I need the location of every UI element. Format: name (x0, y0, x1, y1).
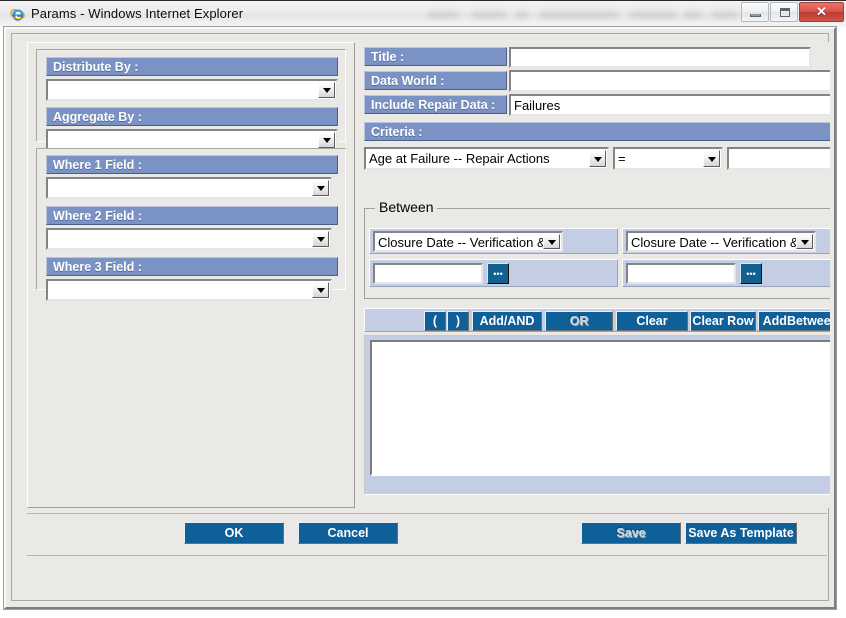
operator-button-row: ( ) Add/AND OR Clear Clear Row AddBetwee… (364, 308, 830, 332)
include-repair-data-value: Failures (514, 98, 561, 113)
cancel-button[interactable]: Cancel (298, 522, 398, 544)
between-left-value-panel (369, 259, 618, 287)
distribute-by-label: Distribute By : (46, 57, 338, 76)
between-left-field-dropdown[interactable]: Closure Date -- Verification & C (373, 231, 563, 252)
data-world-dropdown[interactable] (509, 70, 830, 92)
include-repair-data-dropdown[interactable]: Failures (509, 94, 830, 116)
expression-area-wrapper (364, 335, 830, 495)
footer-divider-top (27, 513, 827, 514)
add-and-button[interactable]: Add/AND (472, 311, 542, 331)
criteria-value-input[interactable] (727, 147, 830, 170)
between-right-browse-button[interactable] (740, 263, 762, 284)
close-button[interactable]: ✕ (799, 2, 844, 22)
criteria-operator-value: = (618, 151, 626, 166)
minimize-icon (750, 14, 761, 17)
maximize-button[interactable] (770, 2, 798, 22)
page-content: Distribute By : Aggregate By : Where 1 F (0, 26, 846, 618)
chevron-down-icon (318, 82, 335, 98)
chevron-down-icon (312, 180, 329, 196)
add-between-button[interactable]: AddBetween (758, 311, 830, 331)
aggregate-by-label: Aggregate By : (46, 107, 338, 126)
between-right-value-input[interactable] (626, 263, 736, 284)
dialog-frame: Distribute By : Aggregate By : Where 1 F (3, 26, 837, 610)
chevron-down-icon (543, 234, 560, 249)
between-legend: Between (375, 200, 438, 215)
between-left-field-value: Closure Date -- Verification & C (378, 235, 559, 250)
between-right-field-value: Closure Date -- Verification & C (631, 235, 812, 250)
internet-explorer-icon (10, 8, 25, 21)
where-1-field-label: Where 1 Field : (46, 155, 338, 174)
save-button[interactable]: Save (581, 522, 681, 544)
left-panel: Distribute By : Aggregate By : Where 1 F (27, 42, 355, 508)
or-button[interactable]: OR (545, 311, 613, 331)
chevron-down-icon (312, 282, 329, 298)
window-title: Params - Windows Internet Explorer (31, 6, 244, 21)
chevron-down-icon (312, 231, 329, 247)
maximize-icon (780, 8, 790, 17)
where-2-field-label: Where 2 Field : (46, 206, 338, 225)
ok-button[interactable]: OK (184, 522, 284, 544)
between-right-field-panel: Closure Date -- Verification & C (622, 228, 830, 254)
between-right-value-panel (622, 259, 830, 287)
window-controls: ✕ (741, 2, 844, 22)
between-group: Between Closure Date -- Verification & C… (364, 200, 830, 299)
data-world-label: Data World : (364, 71, 507, 90)
distribute-by-dropdown[interactable] (46, 79, 338, 101)
clear-button[interactable]: Clear (616, 311, 688, 331)
dialog-inner: Distribute By : Aggregate By : Where 1 F (11, 33, 830, 601)
criteria-operator-dropdown[interactable]: = (613, 147, 723, 170)
criteria-header: Criteria : (364, 122, 830, 141)
open-paren-button[interactable]: ( (424, 311, 446, 331)
chevron-down-icon (318, 132, 335, 148)
title-bar: Params - Windows Internet Explorer ✕ (0, 0, 846, 27)
title-label: Title : (364, 47, 507, 66)
between-left-browse-button[interactable] (487, 263, 509, 284)
between-left-value-input[interactable] (373, 263, 483, 284)
criteria-field-dropdown[interactable]: Age at Failure -- Repair Actions (364, 147, 609, 170)
where-2-field-dropdown[interactable] (46, 228, 332, 250)
close-paren-button[interactable]: ) (447, 311, 469, 331)
chevron-down-icon (703, 150, 720, 167)
between-left-field-panel: Closure Date -- Verification & C (369, 228, 618, 254)
right-panel: Title : Data World : Include Repair Data… (360, 42, 830, 508)
minimize-button[interactable] (741, 2, 769, 22)
title-input[interactable] (509, 47, 811, 68)
save-as-template-button[interactable]: Save As Template (685, 522, 797, 544)
criteria-field-value: Age at Failure -- Repair Actions (369, 151, 550, 166)
between-right-field-dropdown[interactable]: Closure Date -- Verification & C (626, 231, 816, 252)
close-icon: ✕ (816, 4, 827, 19)
clear-row-button[interactable]: Clear Row (690, 311, 756, 331)
chevron-down-icon (589, 150, 606, 167)
chevron-down-icon (796, 234, 813, 249)
where-3-field-label: Where 3 Field : (46, 257, 338, 276)
expression-textarea[interactable] (370, 340, 830, 476)
where-3-field-dropdown[interactable] (46, 279, 332, 301)
include-repair-data-label: Include Repair Data : (364, 95, 507, 114)
browser-window: Params - Windows Internet Explorer ✕ Dis… (0, 0, 846, 618)
distribute-aggregate-group: Distribute By : Aggregate By : (36, 49, 346, 151)
where-1-field-dropdown[interactable] (46, 177, 332, 199)
footer-divider-bottom (27, 555, 827, 556)
where-fields-group: Where 1 Field : Where 2 Field : Where 3 … (36, 148, 346, 301)
aero-glass-background-blur (420, 3, 740, 27)
